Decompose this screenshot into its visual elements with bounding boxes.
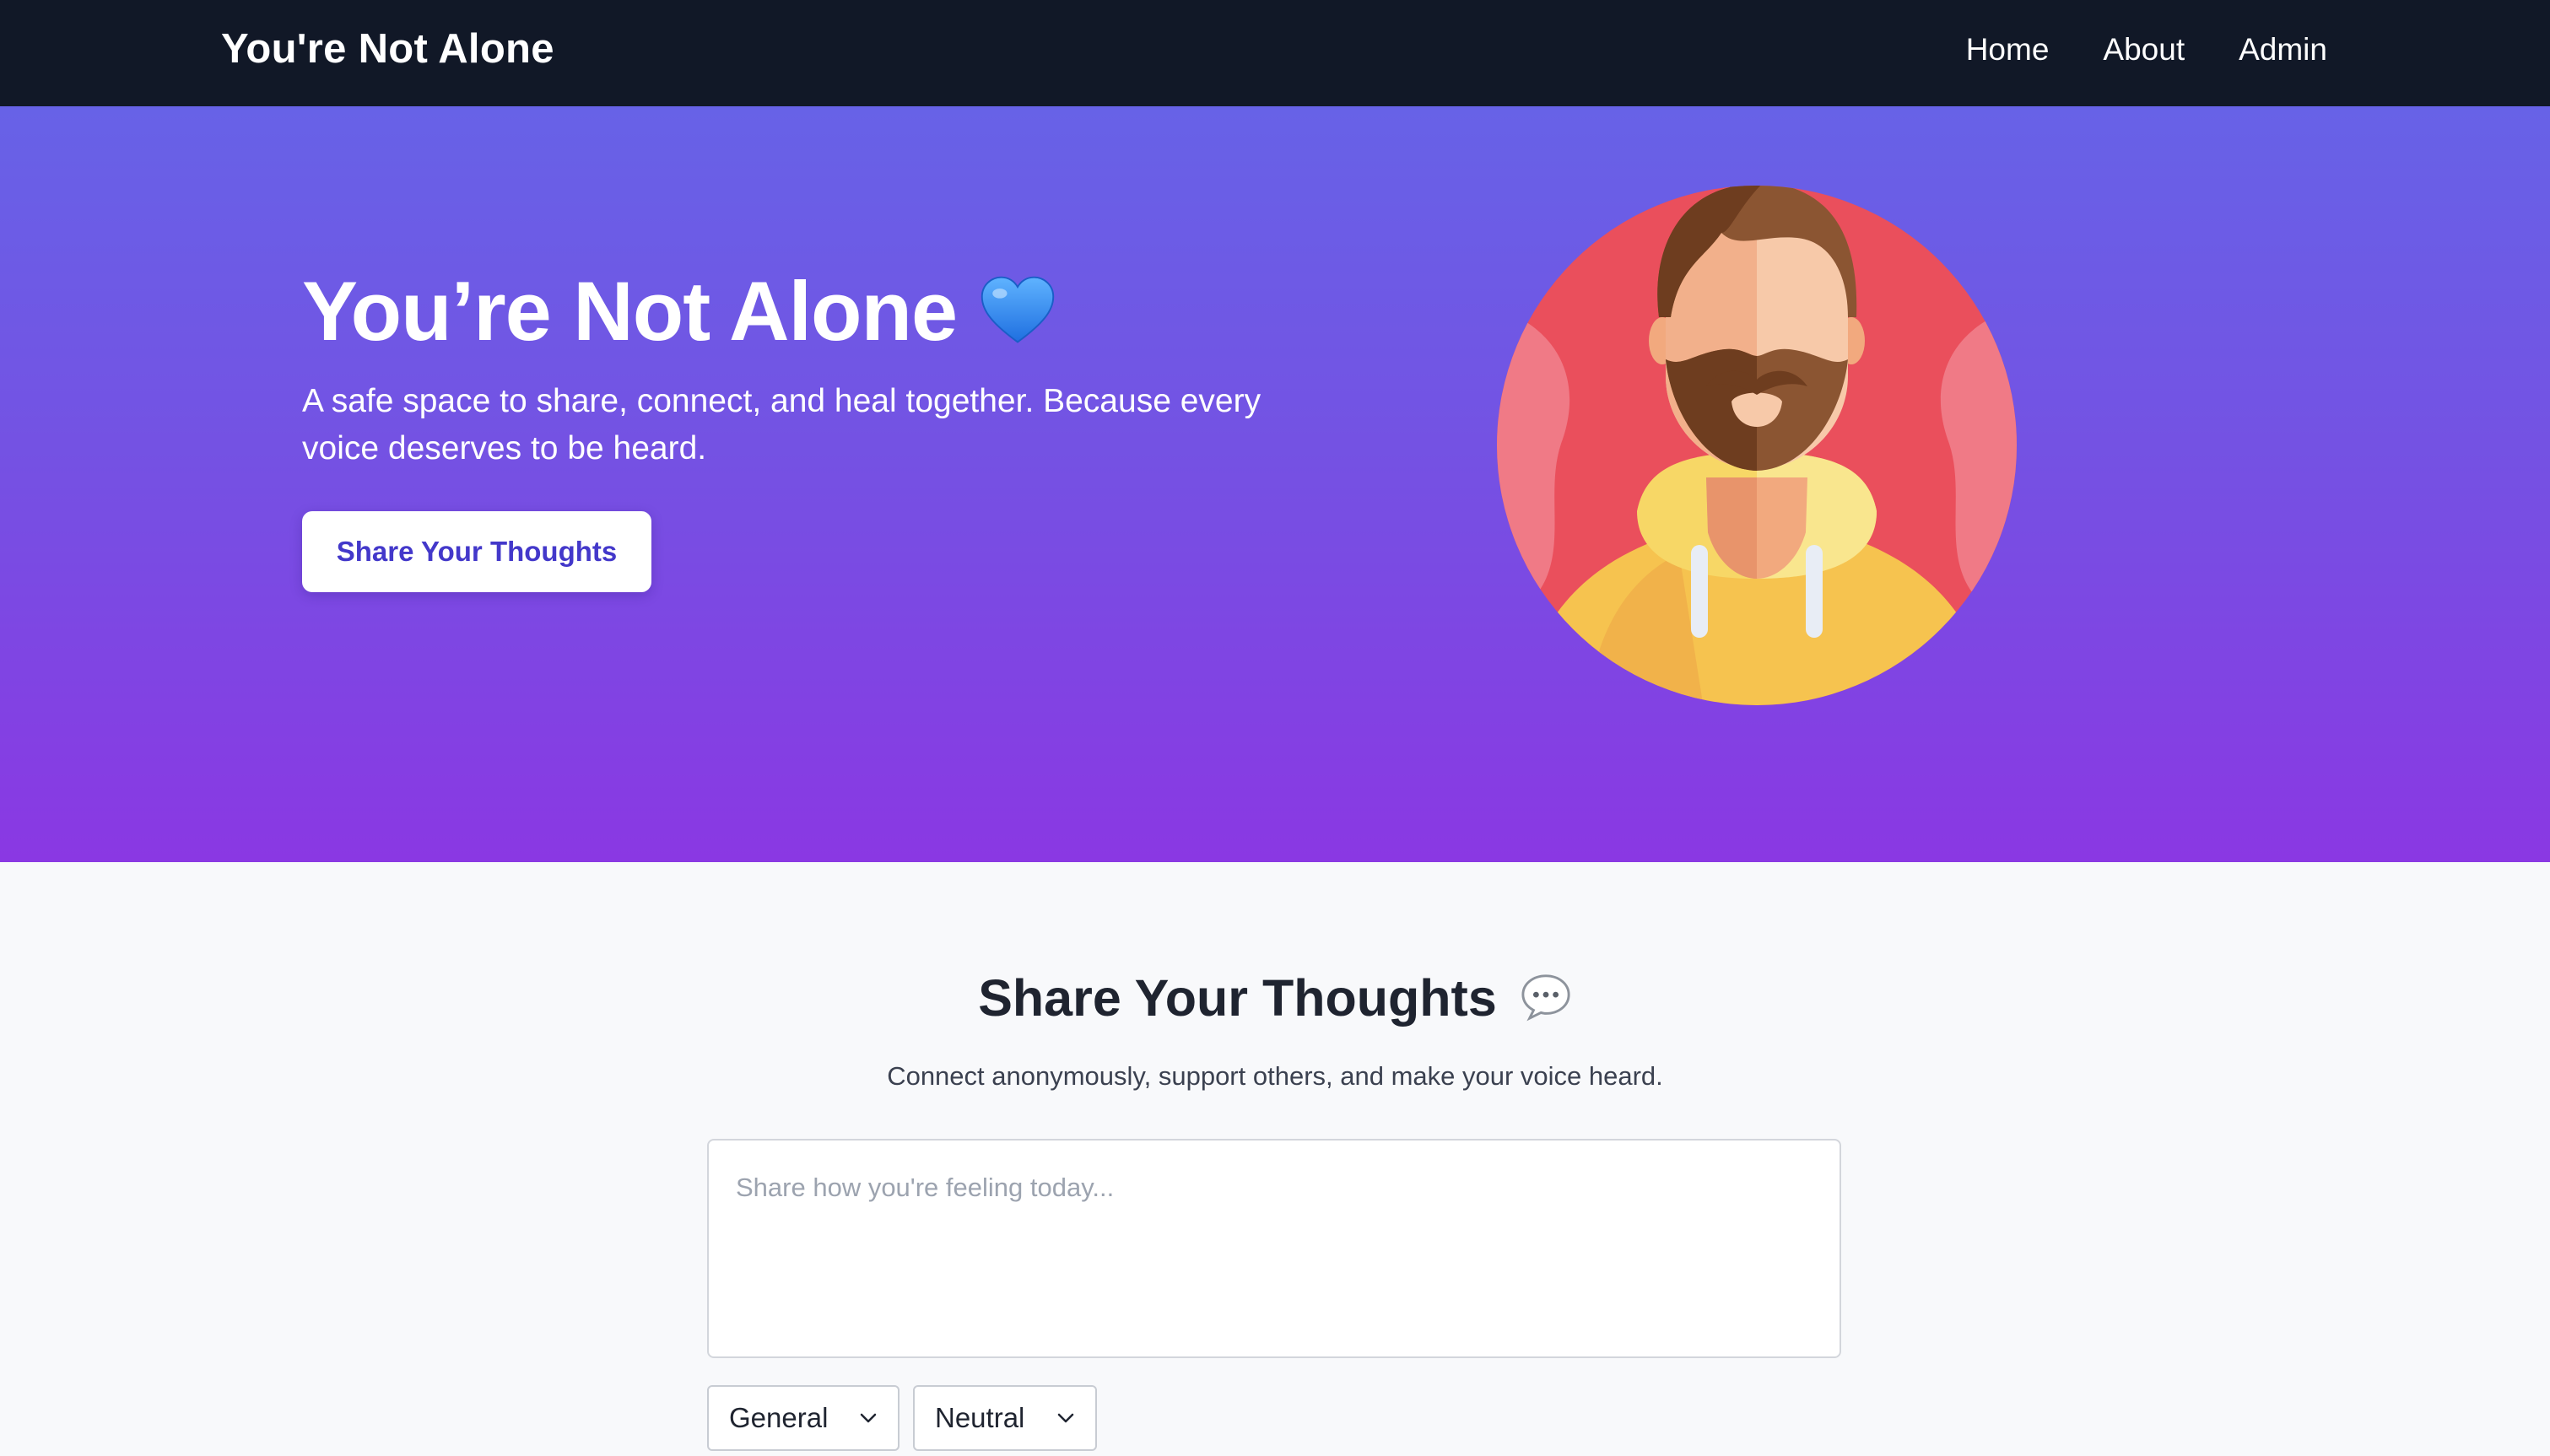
nav-links: Home About Admin (1966, 32, 2327, 67)
hero-section: You’re Not Alone A safe space to share, … (0, 106, 2550, 862)
nav-link-about[interactable]: About (2103, 32, 2185, 67)
mood-select[interactable]: Neutral (913, 1385, 1097, 1451)
chevron-down-icon (1057, 1413, 1074, 1423)
category-select-value: General (729, 1402, 829, 1433)
hero-subtitle: A safe space to share, connect, and heal… (302, 383, 1261, 466)
nav-link-home[interactable]: Home (1966, 32, 2050, 67)
category-select[interactable]: General (707, 1385, 900, 1451)
chevron-down-icon (860, 1413, 877, 1423)
share-title-text: Share Your Thoughts (978, 969, 1497, 1027)
brand-logo[interactable]: You're Not Alone (221, 25, 554, 73)
share-thoughts-button[interactable]: Share Your Thoughts (302, 511, 651, 592)
mood-select-value: Neutral (935, 1402, 1025, 1433)
speech-bubble-icon (1521, 974, 1570, 1022)
blue-heart-icon (981, 276, 1055, 343)
hero-title: You’re Not Alone (302, 263, 1058, 359)
share-subtitle: Connect anonymously, support others, and… (887, 1061, 1663, 1091)
bearded-man-avatar (1497, 186, 2017, 705)
hero-title-text: You’re Not Alone (302, 264, 958, 358)
thought-input[interactable] (707, 1139, 1841, 1358)
navbar: You're Not Alone Home About Admin (0, 0, 2550, 106)
share-title: Share Your Thoughts (0, 968, 2550, 1027)
nav-link-admin[interactable]: Admin (2239, 32, 2327, 67)
